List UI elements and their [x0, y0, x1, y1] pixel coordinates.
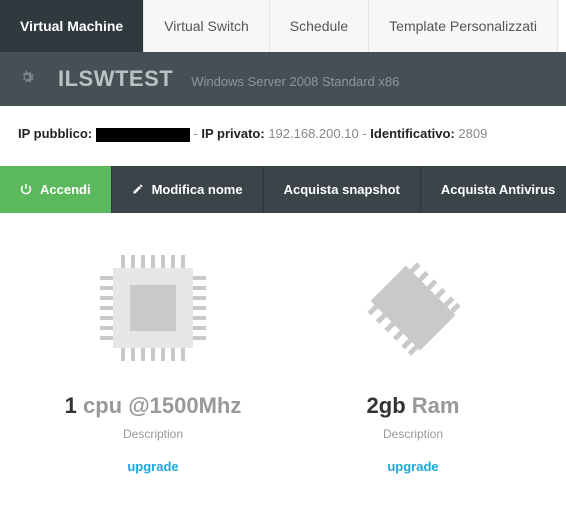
cpu-description: Description	[53, 427, 253, 441]
cpu-count: 1	[65, 393, 77, 418]
vm-name: ILSWTEST	[58, 66, 173, 92]
identifier-value: 2809	[458, 126, 487, 141]
buy-snapshot-label: Acquista snapshot	[284, 182, 400, 197]
identifier-label: Identificativo:	[370, 126, 455, 141]
power-icon	[20, 183, 32, 195]
buy-snapshot-button[interactable]: Acquista snapshot	[264, 166, 421, 213]
resource-cards: 1 cpu @1500Mhz Description upgrade 2gb R…	[0, 213, 566, 494]
gear-icon[interactable]	[18, 68, 36, 86]
ram-upgrade-link[interactable]: upgrade	[313, 459, 513, 474]
vm-os: Windows Server 2008 Standard x86	[191, 74, 399, 89]
tab-schedule[interactable]: Schedule	[270, 0, 369, 52]
power-on-button[interactable]: Accendi	[0, 166, 112, 213]
power-on-label: Accendi	[40, 182, 91, 197]
vm-info-row: IP pubblico: - IP privato: 192.168.200.1…	[0, 106, 566, 166]
tab-virtual-machine[interactable]: Virtual Machine	[0, 0, 144, 52]
pencil-icon	[132, 183, 144, 195]
ram-icon	[348, 243, 478, 373]
buy-antivirus-button[interactable]: Acquista Antivirus	[421, 166, 566, 213]
tab-templates[interactable]: Template Personalizzati	[369, 0, 558, 52]
rename-label: Modifica nome	[152, 182, 243, 197]
ip-public-redacted	[96, 128, 190, 142]
tab-virtual-switch[interactable]: Virtual Switch	[144, 0, 270, 52]
ram-description: Description	[313, 427, 513, 441]
cpu-icon	[88, 243, 218, 373]
cpu-title: 1 cpu @1500Mhz	[53, 393, 253, 419]
ram-card: 2gb Ram Description upgrade	[313, 243, 513, 474]
ram-count: 2gb	[367, 393, 406, 418]
buy-antivirus-label: Acquista Antivirus	[441, 182, 555, 197]
ip-public-label: IP pubblico:	[18, 126, 92, 141]
cpu-spec: cpu @1500Mhz	[83, 393, 241, 418]
action-bar: Accendi Modifica nome Acquista snapshot …	[0, 166, 566, 213]
rename-button[interactable]: Modifica nome	[112, 166, 264, 213]
ram-title: 2gb Ram	[313, 393, 513, 419]
cpu-upgrade-link[interactable]: upgrade	[53, 459, 253, 474]
cpu-card: 1 cpu @1500Mhz Description upgrade	[53, 243, 253, 474]
ram-spec: Ram	[412, 393, 460, 418]
ip-private-value: 192.168.200.10	[268, 126, 358, 141]
tabs-bar: Virtual Machine Virtual Switch Schedule …	[0, 0, 566, 52]
ip-private-label: IP privato:	[201, 126, 264, 141]
vm-header: ILSWTEST Windows Server 2008 Standard x8…	[0, 52, 566, 106]
